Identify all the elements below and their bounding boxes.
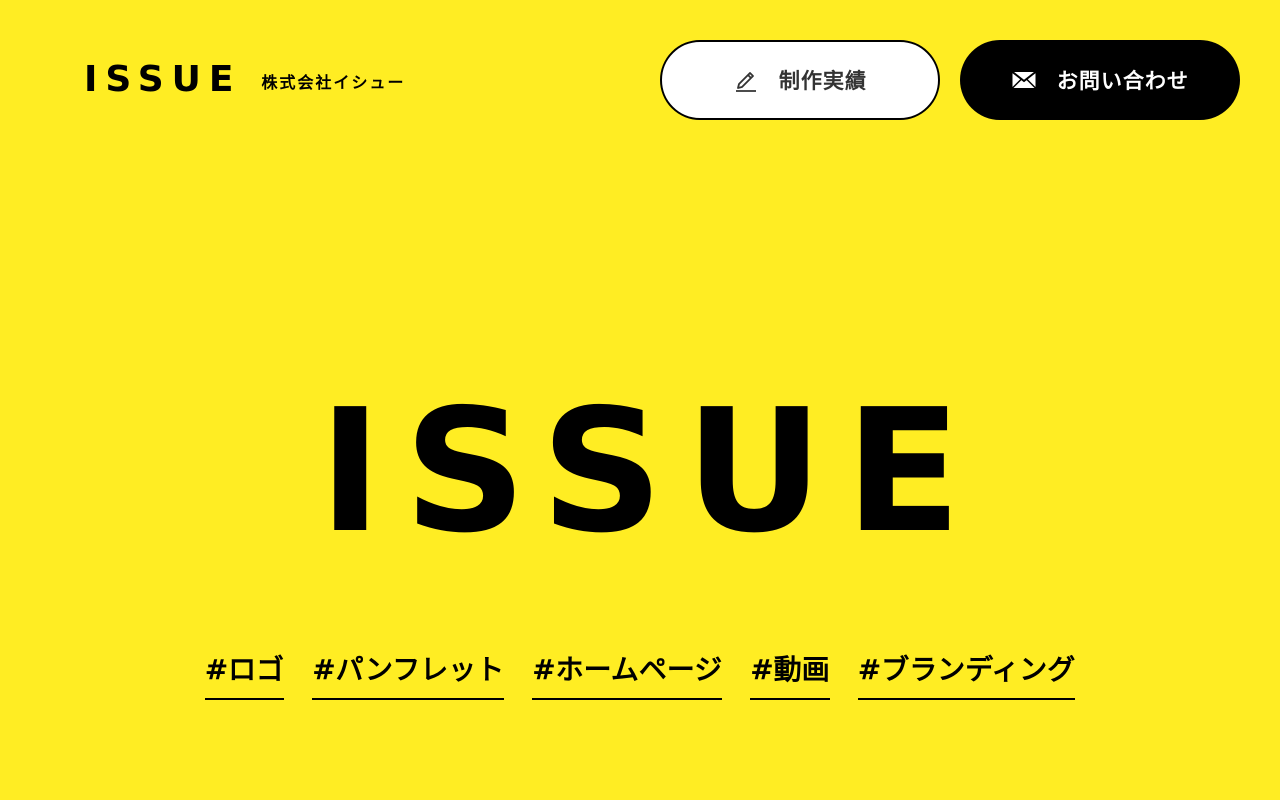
tag-logo[interactable]: #ロゴ [204,650,285,700]
tag-list: #ロゴ #パンフレット #ホームページ #動画 #ブランディング [0,650,1280,700]
tag-video[interactable]: #動画 [750,650,830,700]
envelope-icon [1011,70,1037,90]
contact-button-label: お問い合わせ [1057,69,1189,93]
site-logo[interactable]: ISSUE 株式会社イシュー [84,60,405,100]
pencil-icon [733,67,759,93]
works-button-label: 制作実績 [779,69,867,93]
logo-wordmark: ISSUE [84,59,242,100]
tag-branding[interactable]: #ブランディング [857,650,1076,700]
works-button[interactable]: 制作実績 [660,40,940,120]
hero-title: ISSUE [318,373,984,571]
tag-pamphlet[interactable]: #パンフレット [312,650,505,700]
tag-homepage[interactable]: #ホームページ [532,650,723,700]
contact-button[interactable]: お問い合わせ [960,40,1240,120]
company-name: 株式会社イシュー [261,73,406,92]
